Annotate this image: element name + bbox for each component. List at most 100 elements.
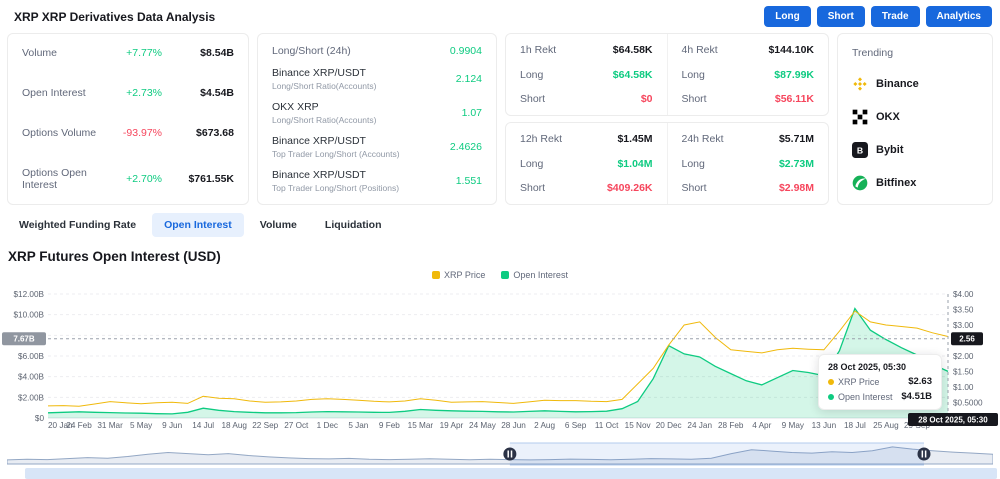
trending-item-bitfinex[interactable]: Bitfinex	[852, 175, 978, 191]
svg-text:$10.00B: $10.00B	[13, 311, 44, 320]
trending-item-okx[interactable]: OKX	[852, 109, 978, 125]
svg-text:$1.50: $1.50	[953, 368, 974, 377]
rekt-col-4h: 4h Rekt $144.10K Long $87.99K Short $56.11K	[666, 34, 829, 115]
svg-text:9 May: 9 May	[782, 421, 805, 430]
ratio-value: 1.551	[455, 175, 482, 187]
tab-volume[interactable]: Volume	[248, 213, 309, 237]
rekt-long-value: $87.99K	[774, 68, 814, 81]
navigator-svg[interactable]	[7, 442, 993, 466]
rekt-short-value: $56.11K	[774, 93, 814, 105]
svg-text:28 Feb: 28 Feb	[718, 421, 744, 430]
short-button[interactable]: Short	[816, 6, 865, 27]
svg-text:2.56: 2.56	[959, 335, 975, 344]
ratio-sublabel: Long/Short Ratio(Accounts)	[272, 81, 377, 91]
svg-text:7.67B: 7.67B	[13, 335, 35, 344]
stat-value: $8.54B	[200, 47, 234, 59]
stat-change: +2.73%	[126, 87, 162, 99]
svg-text:24 Feb: 24 Feb	[66, 421, 92, 430]
legend-label: Open Interest	[513, 270, 568, 280]
bitfinex-icon	[852, 175, 868, 191]
ratio-value: 2.4626	[449, 141, 482, 153]
chart-tooltip: 28 Oct 2025, 05:30 XRP Price $2.63 Open …	[818, 354, 942, 410]
svg-text:14 Jul: 14 Jul	[192, 421, 214, 430]
ratio-value: 1.07	[461, 107, 482, 119]
stat-change: -93.97%	[122, 127, 162, 139]
legend-label: XRP Price	[444, 270, 486, 280]
trade-button[interactable]: Trade	[870, 6, 920, 27]
chart-title: XRP Futures Open Interest (USD)	[8, 249, 221, 264]
tab-open-interest[interactable]: Open Interest	[152, 213, 244, 237]
stat-change: +7.77%	[126, 47, 162, 59]
rekt-long-value: $1.04M	[617, 157, 653, 170]
horizontal-scrollbar[interactable]	[25, 468, 997, 479]
rekt-total: $1.45M	[617, 133, 653, 145]
bybit-icon: B	[852, 142, 868, 158]
rekt-long-value: $2.73M	[778, 157, 814, 170]
svg-text:9 Feb: 9 Feb	[379, 421, 400, 430]
page-title: XRP XRP Derivatives Data Analysis	[14, 9, 216, 24]
rekt-total: $64.58K	[612, 44, 653, 56]
ratio-label: Long/Short (24h)	[272, 45, 351, 57]
svg-text:$2.00: $2.00	[953, 352, 974, 361]
short-label: Short	[681, 93, 707, 105]
long-button[interactable]: Long	[764, 6, 811, 27]
svg-text:4 Apr: 4 Apr	[752, 421, 771, 430]
svg-text:27 Oct: 27 Oct	[284, 421, 309, 430]
stat-label: Open Interest	[22, 87, 86, 99]
price-dot	[828, 378, 834, 385]
ratio-row: Binance XRP/USDT Top Trader Long/Short (…	[272, 169, 482, 193]
trending-item-binance[interactable]: Binance	[852, 76, 978, 92]
ratio-label: Binance XRP/USDT	[272, 169, 366, 181]
svg-text:$3.50: $3.50	[953, 306, 974, 315]
tooltip-series-name: XRP Price	[838, 376, 880, 387]
ratio-row: Long/Short (24h) 0.9904	[272, 45, 482, 57]
tab-liquidation[interactable]: Liquidation	[313, 213, 394, 237]
tooltip-value: $4.51B	[901, 391, 932, 402]
rekt-title: 1h Rekt	[520, 44, 557, 56]
rekt-short-value: $2.98M	[778, 182, 814, 194]
open-interest-dot	[828, 393, 834, 400]
stat-row-open-interest: Open Interest +2.73% $4.54B	[22, 87, 234, 99]
long-label: Long	[520, 68, 544, 81]
stat-row-options-volume: Options Volume -93.97% $673.68	[22, 127, 234, 139]
svg-text:$0: $0	[35, 414, 45, 423]
svg-text:13 Jun: 13 Jun	[812, 421, 837, 430]
svg-text:18 Aug: 18 Aug	[221, 421, 247, 430]
svg-text:6 Sep: 6 Sep	[565, 421, 587, 430]
ratio-label: Binance XRP/USDT	[272, 67, 366, 79]
svg-text:1 Dec: 1 Dec	[317, 421, 338, 430]
svg-text:22 Sep: 22 Sep	[252, 421, 278, 430]
rekt-total: $5.71M	[778, 133, 814, 145]
topbar-actions: Long Short Trade Analytics	[764, 6, 992, 27]
legend-open-interest[interactable]: Open Interest	[501, 270, 568, 280]
trending-item-bybit[interactable]: B Bybit	[852, 142, 978, 158]
rekt-cards: 1h Rekt $64.58K Long $64.58K Short $0 4h Re…	[505, 33, 829, 205]
svg-text:19 Apr: 19 Apr	[440, 421, 464, 430]
trending-title: Trending	[852, 47, 894, 59]
rekt-title: 4h Rekt	[681, 44, 718, 56]
rekt-card-1h-4h: 1h Rekt $64.58K Long $64.58K Short $0 4h Re…	[505, 33, 829, 116]
rekt-short-value: $0	[640, 93, 653, 105]
stat-label: Options Open Interest	[22, 167, 87, 191]
long-label: Long	[520, 157, 544, 170]
chart-legend: XRP Price Open Interest	[0, 270, 1000, 280]
svg-text:15 Nov: 15 Nov	[625, 421, 652, 430]
ratio-row: Binance XRP/USDT Top Trader Long/Short (…	[272, 135, 482, 159]
svg-text:28 Oct 2025, 05:30: 28 Oct 2025, 05:30	[918, 416, 988, 425]
ratio-row: Binance XRP/USDT Long/Short Ratio(Accoun…	[272, 67, 482, 91]
analytics-button[interactable]: Analytics	[925, 6, 992, 27]
stat-change: +2.70%	[126, 173, 162, 185]
stat-value: $673.68	[196, 127, 234, 139]
tooltip-row-price: XRP Price $2.63	[828, 376, 932, 387]
topbar: XRP XRP Derivatives Data Analysis Long S…	[0, 0, 1000, 33]
tab-weighted-funding-rate[interactable]: Weighted Funding Rate	[7, 213, 148, 237]
svg-text:$3.00: $3.00	[953, 321, 974, 330]
svg-text:$6.00B: $6.00B	[18, 352, 44, 361]
svg-text:28 Jun: 28 Jun	[501, 421, 526, 430]
stat-label: Volume	[22, 47, 58, 59]
legend-xrp-price[interactable]: XRP Price	[432, 270, 485, 280]
ratio-sublabel: Top Trader Long/Short (Positions)	[272, 183, 400, 193]
ratio-label: Binance XRP/USDT	[272, 135, 366, 147]
tooltip-value: $2.63	[908, 376, 932, 387]
svg-text:15 Mar: 15 Mar	[408, 421, 434, 430]
